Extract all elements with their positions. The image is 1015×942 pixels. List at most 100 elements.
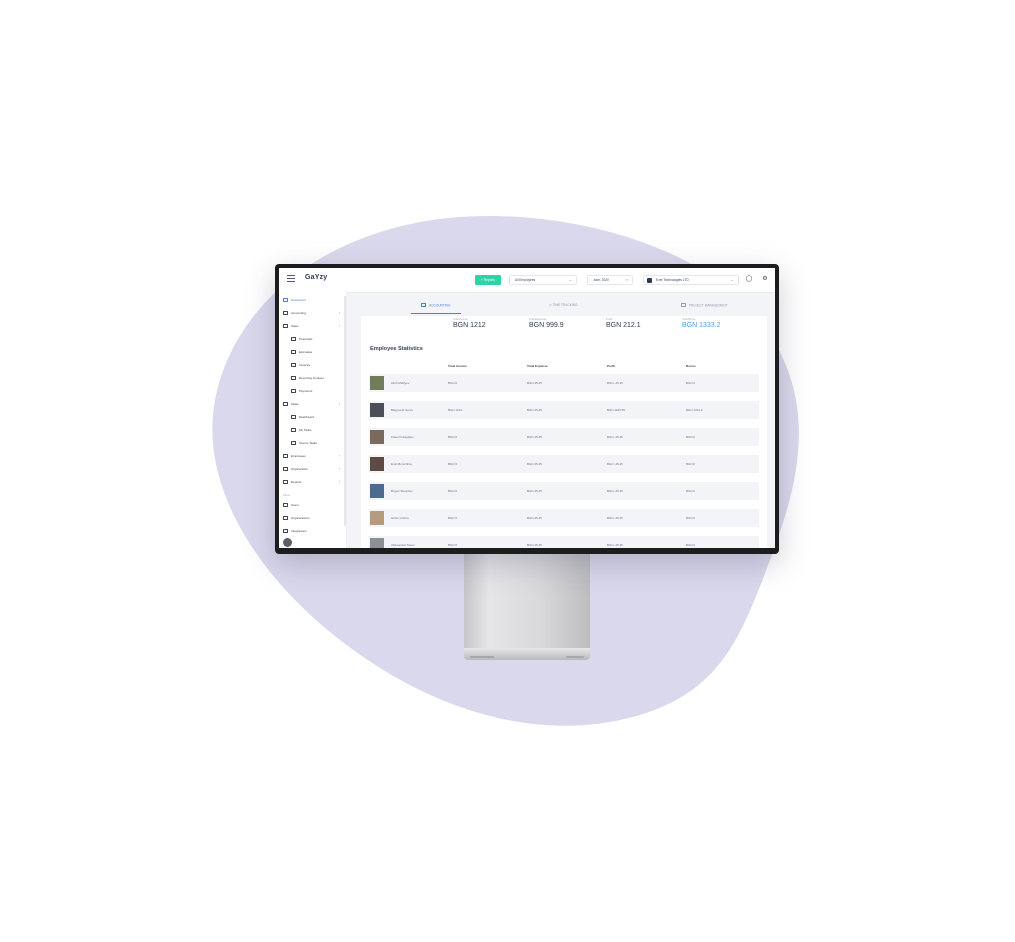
date-picker[interactable]: June, 2020 × (587, 275, 633, 285)
sidebar-item-my-tasks[interactable]: My Tasks (291, 426, 311, 434)
chevron-right-icon[interactable]: › (339, 309, 340, 317)
sidebar-item-organization[interactable]: Organization (283, 465, 308, 473)
invoices-icon (291, 362, 296, 367)
sidebar-item-reports[interactable]: Reports (283, 478, 302, 486)
sidebar-item-label: Estimates (299, 350, 313, 354)
cell-profit: BGN -45.45 (607, 435, 623, 439)
table-row[interactable]: Blagovest Gerov BGN 1212 BGN 45.45 BGN 1166… (369, 401, 759, 419)
monitor: GaYzy + Reports All Employees ⌄ June, 20… (275, 264, 779, 554)
users-icon (283, 502, 288, 507)
sidebar-item-label: Dashboard (299, 415, 314, 419)
sidebar-scrollbar[interactable] (344, 296, 346, 526)
reports-button[interactable]: + Reports (475, 275, 501, 285)
sales-icon (283, 323, 288, 328)
app-logo: GaYzy (305, 274, 328, 281)
sidebar-item-payments[interactable]: Payments (291, 387, 312, 395)
sidebar-item-label: Payments (299, 389, 313, 393)
table-row[interactable]: Aleksandar Tasev BGN 0 BGN 45.45 BGN -45.45… (369, 536, 759, 548)
sidebar-item-sales[interactable]: Sales (283, 322, 299, 330)
chat-icon[interactable]: ◯ (745, 275, 753, 283)
sidebar-item-label: Team's Tasks (299, 441, 317, 445)
cell-expense: BGN 45.45 (527, 462, 542, 466)
chevron-right-icon[interactable]: › (339, 322, 340, 330)
tab-project-management[interactable]: PROJECT MANAGEMENT (681, 303, 728, 307)
sidebar-item-label: My Tasks (299, 428, 312, 432)
accounting-card: Total Income BGN 1212 Total Expenses BGN… (361, 316, 767, 548)
avatar[interactable] (283, 538, 292, 547)
payments-icon (291, 388, 296, 393)
table-row[interactable]: Pavel Kokaydjiev BGN 0 BGN 45.45 BGN -45.45… (369, 428, 759, 446)
kpi-value: BGN 212.1 (606, 322, 641, 329)
table-row[interactable]: Emil Momchilov BGN 0 BGN 45.45 BGN -45.45 BG… (369, 455, 759, 473)
kpi-label: Total Bonus (682, 318, 696, 321)
sidebar-item-integrations[interactable]: Integrations (283, 527, 307, 535)
table-row[interactable]: Alish Meklyov BGN 0 BGN 45.45 BGN -45.45 BGN… (369, 374, 759, 392)
kpi-label: Total Income (453, 318, 468, 321)
stand-foot-mark (566, 656, 584, 658)
organizations-icon (283, 515, 288, 520)
chevron-right-icon[interactable]: › (339, 400, 340, 408)
sidebar-item-label: Organization (291, 467, 309, 471)
estimates-icon (291, 349, 296, 354)
cell-expense: BGN 45.45 (527, 489, 542, 493)
sidebar-item-recurring-invoices[interactable]: Recurring Invoices (291, 374, 324, 382)
dashboard-icon (291, 414, 296, 419)
sidebar-item-dashboard[interactable]: Dashboard (291, 413, 314, 421)
tasks-icon (283, 401, 288, 406)
sidebar-section-label: Admin (283, 494, 291, 497)
chevron-right-icon[interactable]: › (339, 452, 340, 460)
employee-name: Pavel Kokaydjiev (391, 435, 414, 439)
sidebar-item-users[interactable]: Users (283, 501, 299, 509)
avatar (370, 403, 384, 417)
employee-name: Emil Momchilov (391, 462, 413, 466)
cell-income: BGN 0 (448, 489, 458, 493)
close-icon[interactable]: × (626, 276, 628, 284)
cell-expense: BGN 45.45 (527, 381, 542, 385)
sidebar-item-team-s-tasks[interactable]: Team's Tasks (291, 439, 317, 447)
cell-bonus: BGN 0 (686, 381, 696, 385)
reports-icon (283, 479, 288, 484)
company-select[interactable]: Ever Technologies LTD ⌄ (643, 275, 739, 285)
sidebar-item-label: Dashboard (291, 298, 306, 302)
chevron-down-icon: ⌄ (568, 277, 572, 282)
employee-select[interactable]: All Employees ⌄ (509, 275, 577, 285)
sidebar-item-organizations[interactable]: Organizations (283, 514, 310, 522)
tabs: ACCOUNTING ◷ TIME TRACKING PROJECT MANAG… (361, 296, 767, 314)
cell-profit: BGN -45.45 (607, 381, 623, 385)
sidebar: Dashboard Accounting › Sales › Proposals Estim… (279, 292, 347, 548)
avatar (370, 457, 384, 471)
sidebar-item-dashboard[interactable]: Dashboard (283, 296, 306, 304)
chevron-right-icon[interactable]: › (339, 465, 340, 473)
sidebar-item-tasks[interactable]: Tasks (283, 400, 299, 408)
tab-accounting[interactable]: ACCOUNTING (421, 303, 450, 307)
cell-expense: BGN 45.45 (527, 543, 542, 547)
cell-bonus: BGN 0 (686, 462, 696, 466)
sidebar-item-proposals[interactable]: Proposals (291, 335, 312, 343)
avatar (370, 511, 384, 525)
sidebar-item-employees[interactable]: Employees (283, 452, 306, 460)
column-header: Total Expense (527, 364, 548, 368)
menu-icon[interactable] (287, 275, 295, 283)
employee-name: Hristo Hristov (391, 516, 410, 520)
sidebar-item-invoices[interactable]: Invoices (291, 361, 310, 369)
briefcase-icon (681, 303, 686, 307)
proposals-icon (291, 336, 296, 341)
tab-label: ACCOUNTING (429, 303, 451, 308)
cell-income: BGN 0 (448, 462, 458, 466)
avatar (370, 484, 384, 498)
chevron-right-icon[interactable]: › (339, 478, 340, 486)
cell-profit: BGN -45.45 (607, 462, 623, 466)
sidebar-item-label: Accounting (291, 311, 306, 315)
cell-income: BGN 0 (448, 543, 458, 547)
sidebar-item-accounting[interactable]: Accounting (283, 309, 306, 317)
table-row[interactable]: Boyan Stanchev BGN 0 BGN 45.45 BGN -45.45 BG… (369, 482, 759, 500)
sidebar-item-estimates[interactable]: Estimates (291, 348, 312, 356)
dashboard-icon (283, 297, 288, 302)
tab-time-tracking[interactable]: ◷ TIME TRACKING (549, 303, 578, 307)
cell-bonus: BGN 0 (686, 543, 696, 547)
table-row[interactable]: Hristo Hristov BGN 0 BGN 45.45 BGN -45.45 BG… (369, 509, 759, 527)
app-screen: GaYzy + Reports All Employees ⌄ June, 20… (279, 268, 775, 548)
employee-name: Aleksandar Tasev (391, 543, 415, 547)
gear-icon[interactable]: ⚙ (761, 275, 769, 283)
stand-foot-mark (470, 656, 494, 658)
